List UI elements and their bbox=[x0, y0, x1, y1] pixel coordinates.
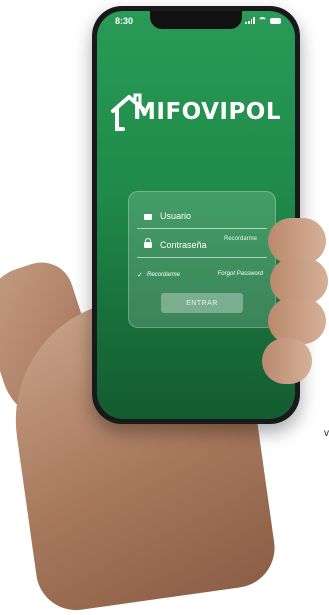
login-card: Usuario Contraseña Recordarme ✓ Recordar… bbox=[128, 191, 276, 328]
username-underline bbox=[137, 228, 267, 229]
status-icons bbox=[245, 17, 281, 24]
hand-finger-4 bbox=[262, 338, 312, 384]
password-underline bbox=[137, 257, 267, 258]
remember-row: ✓ Recordarme Forgot Password bbox=[137, 270, 267, 282]
status-time: 8:30 bbox=[115, 16, 134, 26]
login-button[interactable]: ENTRAR bbox=[161, 293, 243, 313]
scene: 8:30 MIFOVIPOL Usuario Contraseña Record… bbox=[0, 0, 329, 615]
hand-finger-3 bbox=[268, 298, 326, 344]
password-hint: Recordarme bbox=[223, 236, 257, 242]
battery-icon bbox=[270, 17, 281, 24]
mail-icon bbox=[144, 214, 152, 220]
wifi-icon bbox=[258, 17, 267, 24]
password-placeholder: Contraseña bbox=[160, 240, 207, 250]
password-field[interactable]: Contraseña Recordarme bbox=[137, 236, 267, 258]
lock-icon bbox=[144, 238, 152, 248]
remember-checkbox[interactable]: ✓ bbox=[137, 271, 143, 279]
phone-notch bbox=[150, 11, 242, 29]
remember-label[interactable]: Recordarme bbox=[147, 272, 180, 278]
forgot-password-link[interactable]: Forgot Password bbox=[218, 271, 263, 277]
app-logo: MIFOVIPOL bbox=[109, 89, 289, 139]
username-placeholder: Usuario bbox=[160, 211, 192, 221]
app-logo-text: MIFOVIPOL bbox=[133, 99, 282, 125]
username-field[interactable]: Usuario bbox=[137, 209, 267, 229]
side-mark: v bbox=[324, 428, 329, 439]
cellular-signal-icon bbox=[245, 17, 255, 24]
